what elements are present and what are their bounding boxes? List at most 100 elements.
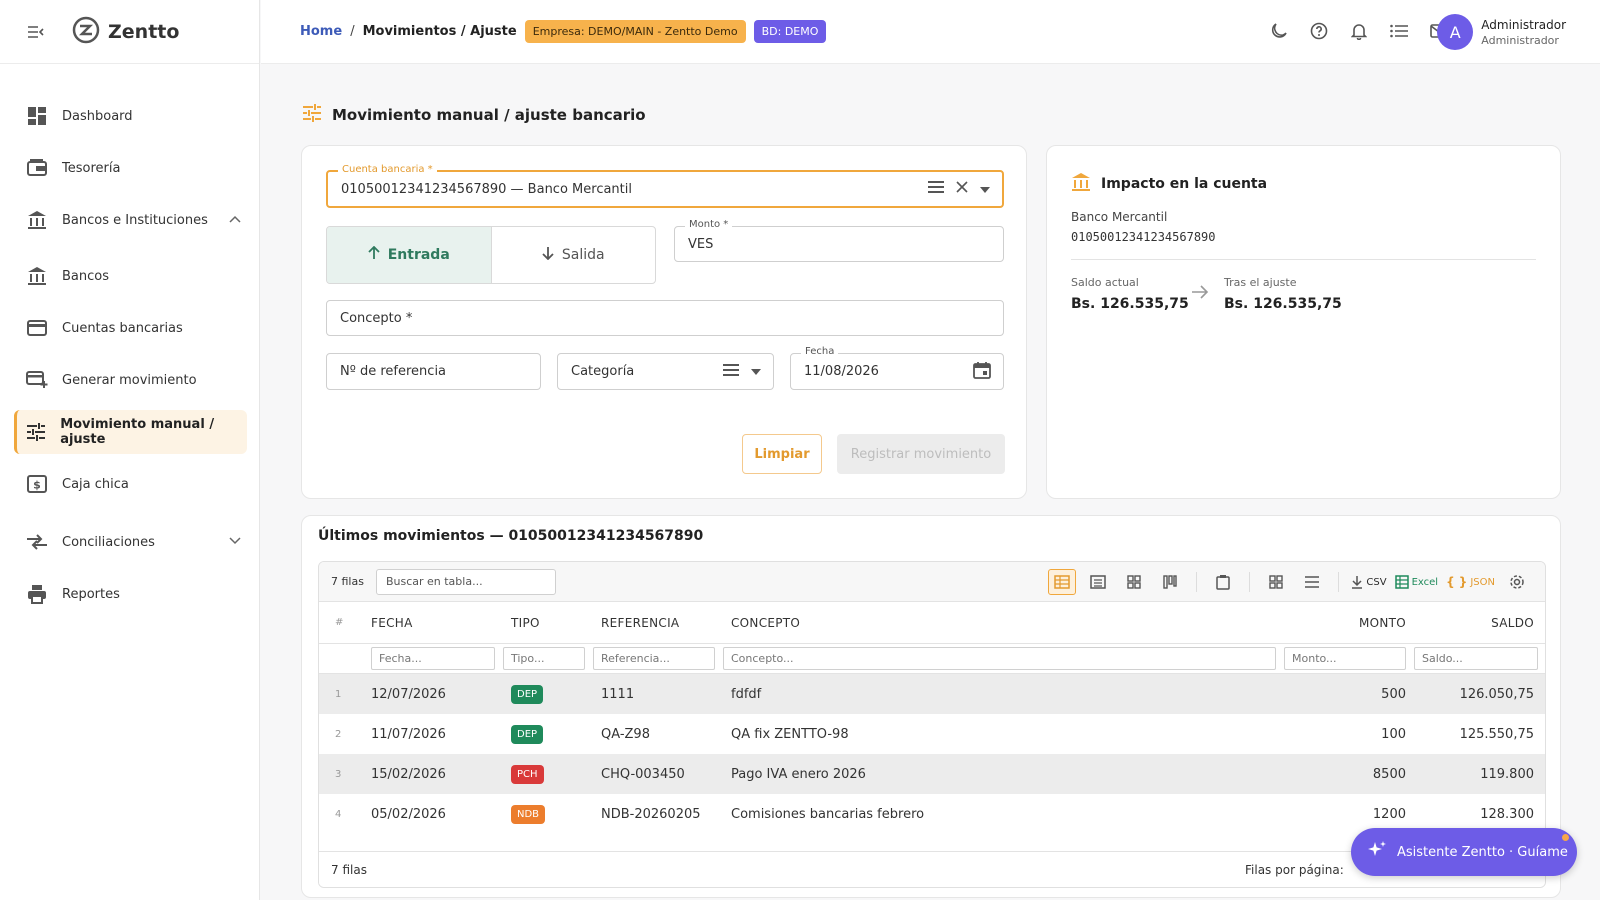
cell-fecha: 05/02/2026 [371,806,446,822]
calendar-icon[interactable] [973,361,991,383]
columns-icon[interactable] [1262,569,1290,595]
row-number: 2 [335,728,342,740]
tune-icon [26,421,46,443]
impact-bank-name: Banco Mercantil [1071,210,1168,224]
sidebar-item-label: Cuentas bancarias [62,320,183,336]
divider [1338,572,1340,592]
table-row[interactable]: 1 12/07/2026 DEP 1111 fdfdf 500 126.050,… [319,674,1545,714]
breadcrumb-current: Movimientos / Ajuste [362,24,517,39]
filter-concepto-input[interactable]: Concepto... [723,647,1276,670]
logo[interactable]: Zentto [72,16,179,48]
close-icon[interactable] [956,181,968,197]
column-header-monto[interactable]: MONTO [1284,616,1414,630]
clear-button[interactable]: Limpiar [742,434,822,474]
export-json-button[interactable]: { } JSON [1446,569,1495,595]
filter-tipo-input[interactable]: Tipo... [503,647,585,670]
svg-text:$: $ [33,479,41,492]
sidebar-item-cuentas-bancarias[interactable]: Cuentas bancarias [14,306,247,350]
filter-saldo-input[interactable]: Saldo... [1414,647,1538,670]
kanban-view-icon[interactable] [1156,569,1184,595]
filter-monto-input[interactable]: Monto... [1284,647,1406,670]
moon-icon[interactable] [1268,20,1290,42]
sidebar-item-label: Movimiento manual / ajuste [60,417,215,447]
assistant-button[interactable]: Asistente Zentto · Guíame [1351,828,1577,876]
cell-fecha: 11/07/2026 [371,726,446,742]
menu-collapse-icon[interactable] [26,22,46,42]
column-header-tipo[interactable]: TIPO [503,616,593,630]
sidebar-item-conciliaciones[interactable]: Conciliaciones [14,520,247,564]
concepto-field[interactable]: Concepto * [326,300,1004,336]
list-icon[interactable] [1388,20,1410,42]
table-title: Últimos movimientos — 010500123412345678… [318,528,704,544]
footer-row-count: 7 filas [331,862,367,877]
salida-toggle[interactable]: Salida [492,227,656,283]
sidebar-item-caja-chica[interactable]: $ Caja chica [14,462,247,506]
chevron-up-icon[interactable] [229,212,241,227]
cell-concepto: QA fix ZENTTO-98 [731,726,849,742]
chevron-down-icon[interactable] [980,182,990,197]
sidebar-item-dashboard[interactable]: Dashboard [14,94,247,138]
cash-icon: $ [26,473,48,495]
sidebar-item-movimiento-manual[interactable]: Movimiento manual / ajuste [14,410,247,454]
column-header-concepto[interactable]: CONCEPTO [723,616,1284,630]
column-header-referencia[interactable]: REFERENCIA [593,616,723,630]
density-icon[interactable] [1298,569,1326,595]
fecha-field[interactable]: Fecha 11/08/2026 [790,346,1004,390]
row-number: 4 [335,808,342,820]
saldo-actual-label: Saldo actual [1071,276,1139,289]
bell-icon[interactable] [1348,20,1370,42]
column-header-fecha[interactable]: FECHA [363,616,503,630]
account-select[interactable]: Cuenta bancaria * 01050012341234567890 —… [326,164,1004,208]
rows-per-page-label: Filas por página: [1245,862,1344,877]
filter-referencia-input[interactable]: Referencia... [593,647,715,670]
avatar: A [1437,14,1474,50]
export-excel-button[interactable]: Excel [1394,569,1438,595]
filter-fecha-input[interactable]: Fecha... [371,647,495,670]
table-row[interactable]: 2 11/07/2026 DEP QA-Z98 QA fix ZENTTO-98… [319,714,1545,754]
column-header-saldo[interactable]: SALDO [1414,616,1544,630]
referencia-field[interactable]: Nº de referencia [326,353,541,390]
help-icon[interactable] [1308,20,1330,42]
cell-concepto: Pago IVA enero 2026 [731,766,866,782]
referencia-placeholder: Nº de referencia [340,364,447,379]
table-row[interactable]: 4 05/02/2026 NDB NDB-20260205 Comisiones… [319,794,1545,834]
empresa-chip[interactable]: Empresa: DEMO/MAIN - Zentto Demo [524,20,746,43]
type-badge: DEP [511,684,544,704]
list-icon[interactable] [723,363,739,380]
list-icon[interactable] [928,181,944,197]
table-search-input[interactable]: Buscar en tabla... [375,568,556,595]
chevron-down-icon[interactable] [229,534,241,549]
export-csv-button[interactable]: CSV [1351,569,1387,595]
grid-view-icon[interactable] [1120,569,1148,595]
chevron-down-icon[interactable] [751,364,761,379]
entrada-toggle[interactable]: Entrada [327,227,492,283]
categoria-select[interactable]: Categoría [557,353,774,390]
sidebar-item-bancos[interactable]: Bancos [14,254,247,298]
clipboard-icon[interactable] [1209,569,1237,595]
zentto-logo-icon [72,16,100,48]
sidebar-item-generar-movimiento[interactable]: Generar movimiento [14,358,247,402]
sidebar-item-bancos-instituciones[interactable]: Bancos e Instituciones [14,198,247,242]
breadcrumb-home-link[interactable]: Home [300,24,342,39]
row-number: 1 [335,688,342,700]
sidebar-item-label: Bancos [62,268,109,284]
csv-label: CSV [1366,576,1387,588]
monto-field[interactable]: Monto * VES [674,219,1004,262]
impact-account-number: 01050012341234567890 [1071,230,1216,244]
sidebar-item-reportes[interactable]: Reportes [14,572,247,616]
brand-bar: Zentto [0,0,259,64]
settings-icon[interactable] [1503,569,1531,595]
impact-title: Impacto en la cuenta [1071,172,1267,196]
sidebar-item-label: Conciliaciones [62,534,155,550]
table-view-icon[interactable] [1048,569,1077,595]
arrow-down-icon [542,246,554,264]
user-menu[interactable]: A Administrador Administrador [1437,14,1566,50]
sidebar-item-tesoreria[interactable]: Tesorería [14,146,247,190]
row-number: 3 [335,768,342,780]
table-row[interactable]: 3 15/02/2026 PCH CHQ-003450 Pago IVA ene… [319,754,1545,794]
cell-monto: 100 [1381,726,1406,742]
database-chip[interactable]: BD: DEMO [753,20,827,43]
list-view-icon[interactable] [1084,569,1112,595]
entrada-label: Entrada [387,247,450,263]
register-button[interactable]: Registrar movimiento [837,434,1005,474]
